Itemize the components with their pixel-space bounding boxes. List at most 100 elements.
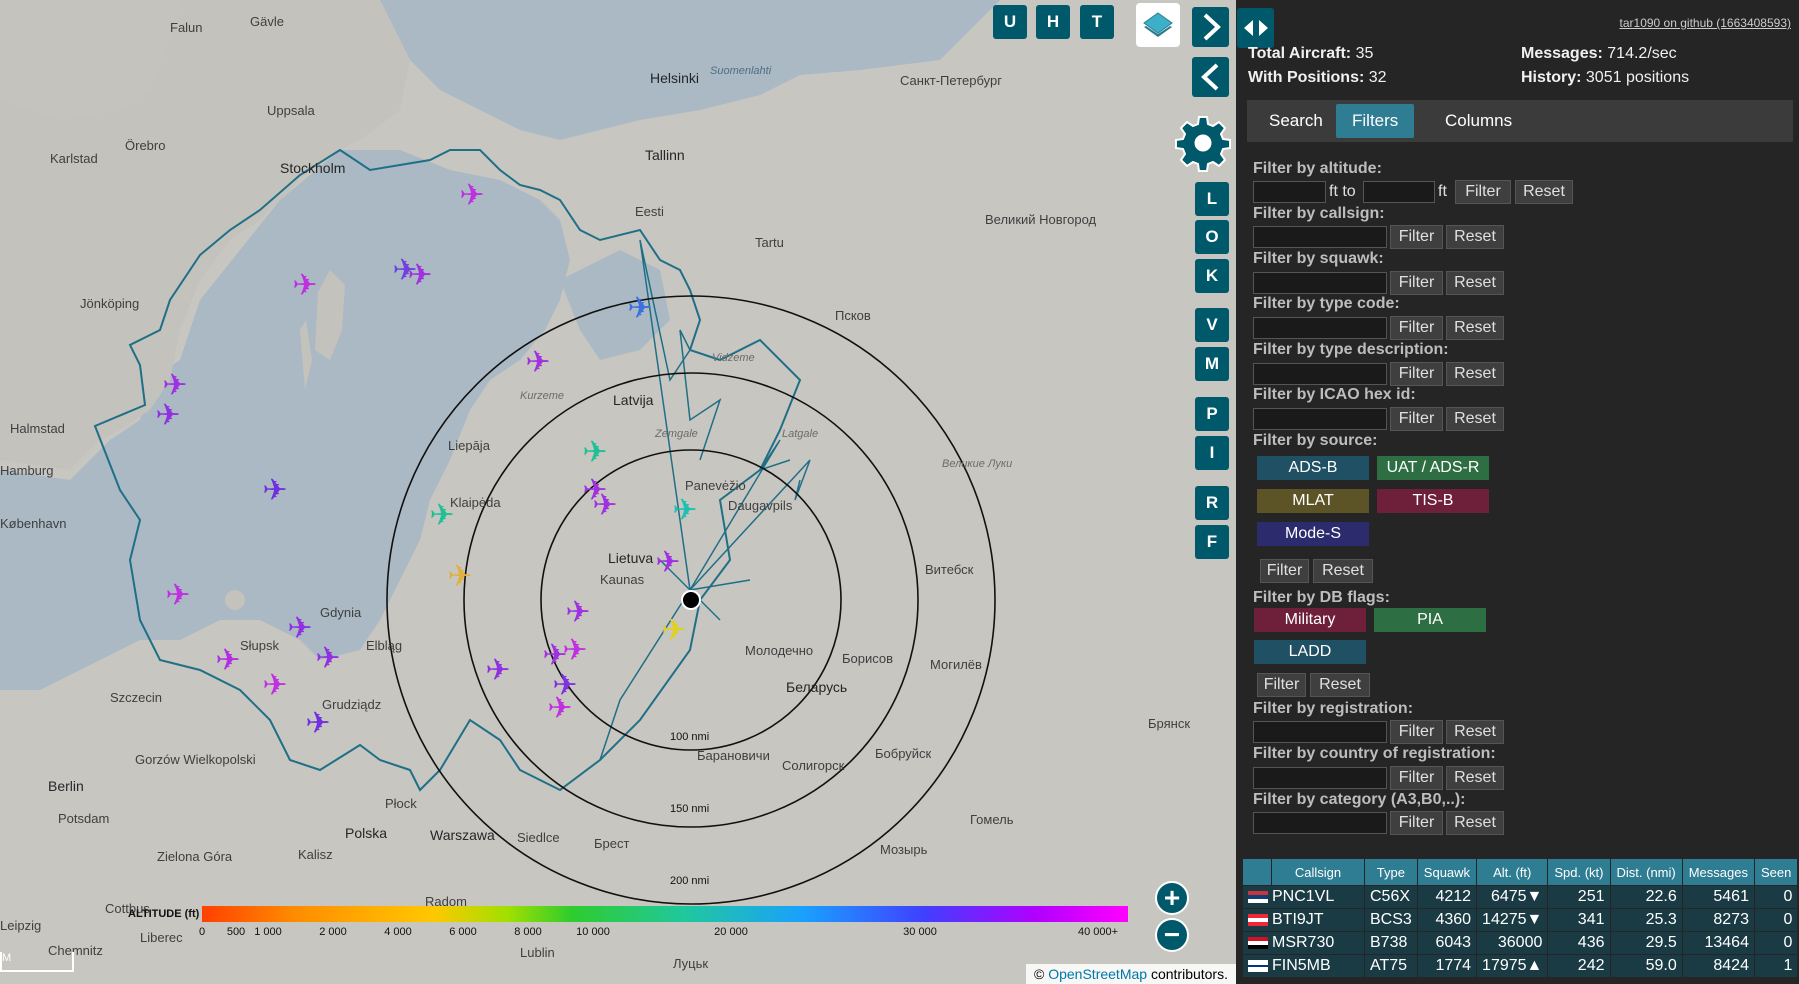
squawk-filter-button[interactable]: Filter <box>1390 271 1443 295</box>
type-code-filter-button[interactable]: Filter <box>1390 316 1443 340</box>
altitude-filter-button[interactable]: Filter <box>1455 180 1511 204</box>
aircraft-icon[interactable]: ✈ <box>262 473 287 508</box>
type-description-filter-button[interactable]: Filter <box>1390 362 1443 386</box>
column-header-speed[interactable]: Spd. (kt) <box>1547 858 1611 886</box>
aircraft-icon[interactable]: ✈ <box>525 345 550 380</box>
icao-filter-button[interactable]: Filter <box>1390 407 1443 431</box>
column-header-distance[interactable]: Dist. (nmi) <box>1609 858 1683 886</box>
aircraft-icon[interactable]: ✈ <box>547 691 572 726</box>
column-header-flag[interactable] <box>1242 858 1272 886</box>
callsign-input[interactable] <box>1253 226 1387 248</box>
toggle-u-button[interactable]: U <box>993 5 1027 39</box>
aircraft-icon[interactable]: ✈ <box>262 668 287 703</box>
squawk-reset-button[interactable]: Reset <box>1446 271 1504 295</box>
country-reset-button[interactable]: Reset <box>1446 766 1504 790</box>
aircraft-icon[interactable]: ✈ <box>627 291 652 326</box>
tab-columns[interactable]: Columns <box>1429 104 1528 138</box>
type-description-input[interactable] <box>1253 363 1387 385</box>
dbflag-pia-toggle[interactable]: PIA <box>1374 608 1486 632</box>
altitude-reset-button[interactable]: Reset <box>1515 180 1573 204</box>
aircraft-icon[interactable]: ✈ <box>155 398 180 433</box>
aircraft-icon[interactable]: ✈ <box>315 641 340 676</box>
registration-reset-button[interactable]: Reset <box>1446 720 1504 744</box>
aircraft-icon[interactable]: ✈ <box>672 493 697 528</box>
toggle-p-button[interactable]: P <box>1195 397 1229 431</box>
country-filter-button[interactable]: Filter <box>1390 766 1443 790</box>
squawk-input[interactable] <box>1253 272 1387 294</box>
callsign-filter-button[interactable]: Filter <box>1390 225 1443 249</box>
column-header-squawk[interactable]: Squawk <box>1416 858 1478 886</box>
altitude-max-input[interactable] <box>1363 181 1435 203</box>
toggle-i-button[interactable]: I <box>1195 436 1229 470</box>
altitude-min-input[interactable] <box>1253 181 1326 203</box>
source-uat-toggle[interactable]: UAT / ADS-R <box>1377 456 1489 480</box>
country-input[interactable] <box>1253 767 1387 789</box>
layers-button[interactable] <box>1136 3 1180 47</box>
registration-input[interactable] <box>1253 721 1387 743</box>
aircraft-icon[interactable]: ✈ <box>165 578 190 613</box>
tab-filters[interactable]: Filters <box>1336 104 1415 138</box>
icao-input[interactable] <box>1253 408 1387 430</box>
settings-gear-icon[interactable] <box>1173 113 1233 173</box>
aircraft-icon[interactable]: ✈ <box>459 178 484 213</box>
column-header-seen[interactable]: Seen <box>1753 858 1799 886</box>
aircraft-icon[interactable]: ✈ <box>565 595 590 630</box>
category-input[interactable] <box>1253 812 1387 834</box>
toggle-o-button[interactable]: O <box>1195 220 1229 254</box>
toggle-h-button[interactable]: H <box>1036 5 1070 39</box>
source-reset-button[interactable]: Reset <box>1313 559 1373 583</box>
source-modes-toggle[interactable]: Mode-S <box>1257 522 1369 546</box>
dbflags-reset-button[interactable]: Reset <box>1310 673 1370 697</box>
toggle-l-button[interactable]: L <box>1195 182 1229 216</box>
toggle-m-button[interactable]: M <box>1195 347 1229 381</box>
toggle-k-button[interactable]: K <box>1195 259 1229 293</box>
category-filter-button[interactable]: Filter <box>1390 811 1443 835</box>
aircraft-icon[interactable]: ✈ <box>661 613 686 648</box>
table-row[interactable]: PNC1VL C56X 4212 6475▼ 251 22.6 5461 0 <box>1242 885 1799 909</box>
zoom-out-button[interactable]: − <box>1155 918 1189 952</box>
toggle-r-button[interactable]: R <box>1195 486 1229 520</box>
callsign-reset-button[interactable]: Reset <box>1446 225 1504 249</box>
github-link[interactable]: tar1090 on github (1663408593) <box>1620 16 1791 30</box>
type-description-reset-button[interactable]: Reset <box>1446 362 1504 386</box>
category-reset-button[interactable]: Reset <box>1446 811 1504 835</box>
dbflag-military-toggle[interactable]: Military <box>1254 608 1366 632</box>
aircraft-icon[interactable]: ✈ <box>485 653 510 688</box>
map-view[interactable]: ✈ ✈ ✈ ✈ ✈ ✈ ✈ ✈ ✈ ✈ ✈ ✈ ✈ ✈ ✈ ✈ ✈ ✈ ✈ ✈ … <box>0 0 1236 984</box>
icao-reset-button[interactable]: Reset <box>1446 407 1504 431</box>
previous-button[interactable] <box>1192 57 1229 97</box>
source-filter-button[interactable]: Filter <box>1260 559 1309 583</box>
column-header-messages[interactable]: Messages <box>1681 858 1755 886</box>
table-row[interactable]: MSR730 B738 6043 36000 436 29.5 13464 0 <box>1242 931 1799 955</box>
aircraft-icon[interactable]: ✈ <box>215 643 240 678</box>
aircraft-icon[interactable]: ✈ <box>407 258 432 293</box>
next-button[interactable] <box>1192 7 1229 47</box>
aircraft-icon[interactable]: ✈ <box>287 611 312 646</box>
type-code-reset-button[interactable]: Reset <box>1446 316 1504 340</box>
aircraft-icon[interactable]: ✈ <box>582 435 607 470</box>
tab-search[interactable]: Search <box>1253 104 1339 138</box>
column-header-type[interactable]: Type <box>1364 858 1418 886</box>
toggle-t-button[interactable]: T <box>1080 5 1114 39</box>
registration-filter-button[interactable]: Filter <box>1390 720 1443 744</box>
zoom-in-button[interactable]: + <box>1155 881 1189 915</box>
column-header-callsign[interactable]: Callsign <box>1271 858 1365 886</box>
aircraft-icon[interactable]: ✈ <box>592 488 617 523</box>
source-tisb-toggle[interactable]: TIS-B <box>1377 489 1489 513</box>
column-header-altitude[interactable]: Alt. (ft) <box>1476 858 1549 886</box>
aircraft-icon[interactable]: ✈ <box>655 545 680 580</box>
toggle-v-button[interactable]: V <box>1195 308 1229 342</box>
type-code-input[interactable] <box>1253 317 1387 339</box>
dbflag-ladd-toggle[interactable]: LADD <box>1254 640 1366 664</box>
table-row[interactable]: BTI9JT BCS3 4360 14275▼ 341 25.3 8273 0 <box>1242 908 1799 932</box>
dbflags-filter-button[interactable]: Filter <box>1257 673 1306 697</box>
aircraft-icon[interactable]: ✈ <box>562 633 587 668</box>
source-adsb-toggle[interactable]: ADS-B <box>1257 456 1369 480</box>
aircraft-icon[interactable]: ✈ <box>292 268 317 303</box>
toggle-f-button[interactable]: F <box>1195 525 1229 559</box>
table-row[interactable]: FIN5MB AT75 1774 17975▲ 242 59.0 8424 1 <box>1242 954 1799 978</box>
openstreetmap-link[interactable]: OpenStreetMap <box>1048 966 1147 982</box>
aircraft-icon[interactable]: ✈ <box>447 559 472 594</box>
source-mlat-toggle[interactable]: MLAT <box>1257 489 1369 513</box>
sidebar-toggle-button[interactable] <box>1237 8 1274 48</box>
